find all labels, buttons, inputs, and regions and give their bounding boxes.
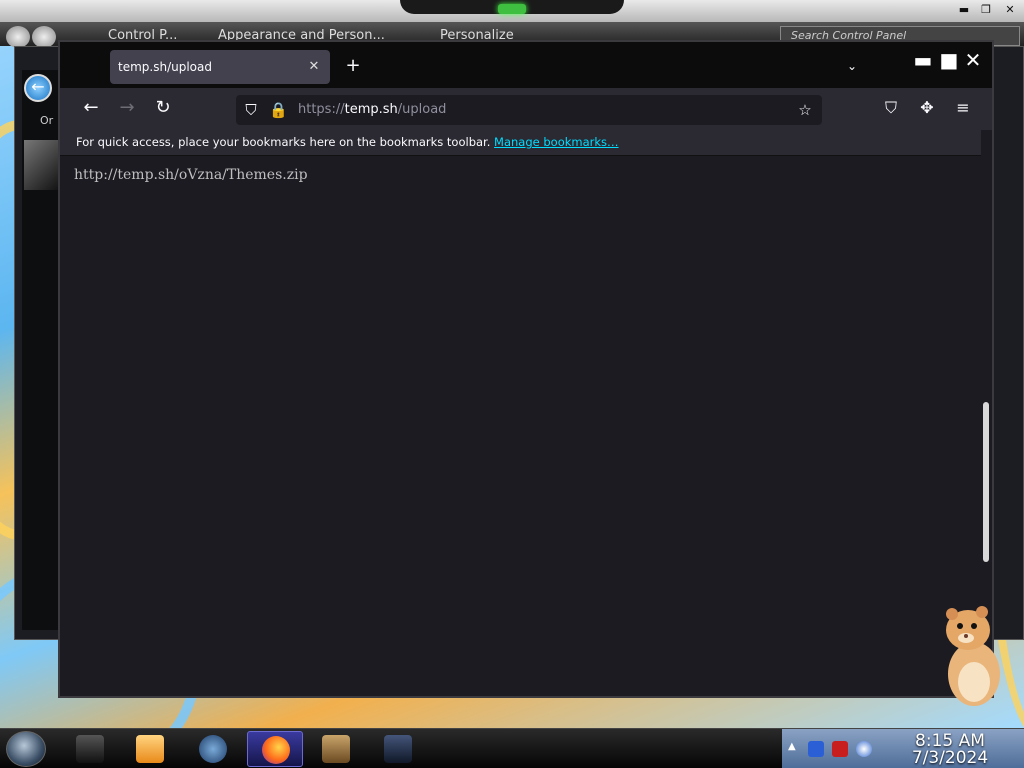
tracking-protection-shield-icon[interactable]: ⛉ (242, 101, 260, 119)
site-info-lock-icon[interactable]: 🔒 (269, 101, 288, 119)
forward-button[interactable]: → (114, 97, 140, 121)
new-tab-button[interactable]: + (342, 56, 364, 78)
status-led (498, 4, 526, 14)
tab-temp-sh-upload[interactable]: temp.sh/upload ✕ (110, 50, 330, 84)
taskbar-app-firefox[interactable] (247, 731, 303, 767)
bookmark-star-icon[interactable]: ☆ (796, 101, 814, 119)
pocket-icon[interactable]: ⛉ (878, 97, 904, 121)
tray-app-icon[interactable] (808, 741, 824, 757)
taskbar-app-display[interactable] (370, 731, 426, 767)
reload-button[interactable]: ↻ (150, 97, 176, 121)
list-all-tabs-chevron-icon[interactable]: ⌄ (842, 56, 862, 76)
taskbar-app-terminal[interactable] (62, 731, 118, 767)
url-bar[interactable]: ⛉ 🔒 https://temp.sh/upload ☆ (236, 95, 822, 125)
navigation-toolbar: ← → ↻ ⛉ 🔒 https://temp.sh/upload ☆ ⛉ ✥ ≡ (60, 88, 992, 130)
scrollbar-thumb[interactable] (983, 402, 989, 562)
url-path: /upload (397, 102, 447, 117)
cp-theme-icon[interactable] (24, 140, 60, 190)
url-host: temp.sh (344, 102, 398, 117)
manage-bookmarks-link[interactable]: Manage bookmarks… (494, 135, 619, 149)
network-icon[interactable] (856, 741, 872, 757)
cp-restore-button[interactable]: ❐ (976, 3, 996, 16)
tray-alert-icon[interactable] (832, 741, 848, 757)
display-icon (384, 735, 412, 763)
maximize-button[interactable]: ■ (938, 50, 960, 72)
start-button[interactable] (6, 731, 46, 767)
hamster-mascot (946, 606, 1000, 706)
globe-icon (199, 735, 227, 763)
cp-back-button[interactable] (6, 26, 30, 48)
page-content: http://temp.sh/oVzna/Themes.zip (60, 157, 980, 696)
minimize-button[interactable]: ▬ (912, 50, 934, 72)
cp-close-button[interactable]: ✕ (1000, 3, 1020, 16)
control-panel-titlebar: ▬ ❐ ✕ (0, 0, 1024, 22)
cp-minimize-button[interactable]: ▬ (954, 3, 974, 16)
taskbar: ▲ 8:15 AM 7/3/2024 (0, 728, 1024, 768)
clock-date[interactable]: 7/3/2024 (880, 748, 1020, 768)
extensions-icon[interactable]: ✥ (914, 97, 940, 121)
bookmarks-toolbar-message: For quick access, place your bookmarks h… (76, 135, 495, 149)
taskbar-app-browser-globe[interactable] (185, 731, 241, 767)
back-button[interactable]: ← (78, 97, 104, 121)
box-app-icon (322, 735, 350, 763)
taskbar-app-media-player[interactable] (122, 731, 178, 767)
tab-bar: temp.sh/upload ✕ + ⌄ ▬ ■ ✕ (60, 42, 992, 88)
close-button[interactable]: ✕ (962, 50, 984, 72)
show-hidden-icons-icon[interactable]: ▲ (788, 741, 798, 757)
tab-close-icon[interactable]: ✕ (306, 59, 322, 75)
taskbar-app-box[interactable] (308, 731, 364, 767)
terminal-icon (76, 735, 104, 763)
bookmarks-toolbar: For quick access, place your bookmarks h… (60, 130, 992, 156)
cp-back-arrow-icon[interactable]: ← (24, 74, 52, 102)
cp-sidebar-label: Or (40, 114, 54, 127)
media-player-icon (136, 735, 164, 763)
uploaded-file-url[interactable]: http://temp.sh/oVzna/Themes.zip (74, 167, 308, 183)
url-scheme: https:// (298, 102, 345, 117)
url-text[interactable]: https://temp.sh/upload (298, 102, 446, 117)
firefox-window: temp.sh/upload ✕ + ⌄ ▬ ■ ✕ ← → ↻ ⛉ 🔒 htt… (58, 40, 994, 698)
cp-forward-button[interactable] (32, 26, 56, 48)
firefox-icon (262, 736, 290, 764)
menu-hamburger-icon[interactable]: ≡ (950, 97, 976, 121)
tab-title: temp.sh/upload (118, 60, 212, 74)
